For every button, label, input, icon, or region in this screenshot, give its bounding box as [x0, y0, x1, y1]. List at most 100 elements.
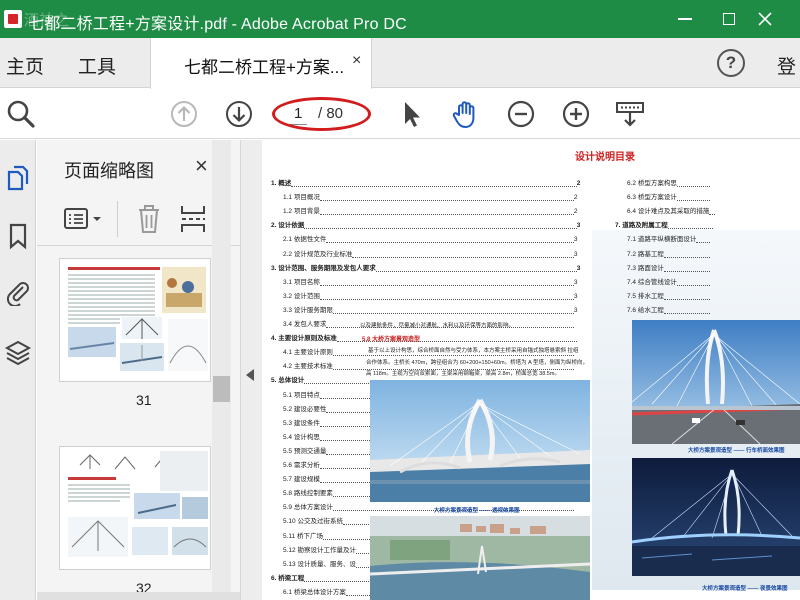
- rail-pointer: [36, 166, 44, 182]
- toc-entry[interactable]: 2. 设计依据 3: [271, 219, 580, 230]
- caption-night: 大桥方案景观造型 —— 夜景效果图: [702, 586, 788, 592]
- zoom-in-icon: [562, 100, 590, 128]
- toc-entry-label: 5.4 设计构思: [283, 433, 320, 441]
- read-mode-button[interactable]: [614, 98, 646, 130]
- toc-leader-dots: [304, 223, 577, 230]
- toc-entry[interactable]: 6.2 桥型方案构思: [627, 177, 710, 187]
- toc-page-number: 2: [573, 208, 578, 216]
- delete-page-button[interactable]: [135, 203, 163, 235]
- thumbnails-scrollbar[interactable]: [212, 140, 231, 600]
- thumbnail-page-31[interactable]: [59, 258, 211, 382]
- toc-entry[interactable]: 2.2 设计规范及行业标准 3: [283, 248, 577, 258]
- insert-page-button[interactable]: [179, 203, 207, 235]
- document-tab[interactable]: 七都二桥工程+方案... ×: [150, 38, 372, 89]
- insert-pages-icon: [181, 206, 205, 232]
- toc-leader-dots: [319, 195, 574, 202]
- toc-entry-label: 5.12 勘察设计工作量及计: [283, 546, 356, 554]
- toc-leader-dots: [319, 294, 574, 300]
- toc-entry[interactable]: 7. 道路及附属工程: [615, 219, 713, 230]
- thumbnails-panel-close-icon[interactable]: ×: [195, 153, 208, 179]
- toc-entry-label: 3.2 设计范围: [283, 292, 320, 300]
- thumbnails-panel: 页面缩略图 × 31 32: [37, 140, 240, 600]
- toc-entry-label: 5.3 建设条件: [283, 419, 320, 427]
- toc-leader-dots: [663, 294, 710, 300]
- toc-entry-label: 4.2 主要技术标准: [283, 363, 333, 371]
- toc-entry[interactable]: 2.1 依据性文件 3: [283, 233, 578, 244]
- toc-entry[interactable]: 3.3 设计服务期限 3: [283, 304, 577, 314]
- next-page-button[interactable]: [223, 98, 255, 130]
- previous-page-button[interactable]: [168, 98, 200, 130]
- toc-page-number: 2: [576, 180, 581, 187]
- maximize-button[interactable]: [716, 6, 742, 32]
- thumbnails-panel-title: 页面缩略图: [64, 161, 154, 181]
- search-zoom-button[interactable]: [5, 98, 37, 130]
- toc-leader-dots: [375, 266, 577, 272]
- document-heading: 设计说明目录: [575, 152, 635, 163]
- body-text-line-2: 基于以上设计构思，综合桥面自然与受力体系，本方案主桥采用自锚式独塔悬索斜 拉组: [368, 348, 579, 354]
- zoom-in-button[interactable]: [560, 98, 592, 130]
- tab-home[interactable]: 主页: [6, 52, 44, 79]
- toc-entry-label: 5.5 预测交通量: [283, 447, 327, 455]
- toc-entry-label: 5.10 公交及过街系统: [283, 518, 343, 526]
- toc-entry[interactable]: 1.1 项目概况 2: [283, 191, 577, 202]
- document-view[interactable]: 设计说明目录 1. 概述 2 1.1 项目概况 2 1.2 项目背景 2 2. 设计依据 3 2…: [262, 140, 800, 600]
- zoom-out-button[interactable]: [505, 98, 537, 130]
- toc-entry-label: 6.4 设计难点及其采取的措施: [627, 208, 710, 216]
- toc-entry-label: 7. 道路及附属工程: [615, 222, 668, 230]
- toc-entry[interactable]: 3.1 项目名称 3: [283, 276, 577, 286]
- collapse-panel-icon[interactable]: [246, 369, 254, 381]
- thumbnails-horizontal-scrollbar[interactable]: [37, 592, 240, 600]
- toc-entry-label: 5.7 建设规模: [283, 476, 320, 484]
- toc-leader-dots: [332, 308, 574, 314]
- toc-entry[interactable]: 1.2 项目背景 2: [283, 205, 578, 216]
- toc-entry[interactable]: 3.2 设计范围 3: [283, 290, 577, 300]
- minimize-button[interactable]: [672, 6, 698, 32]
- toc-entry[interactable]: 7.6 给水工程: [627, 304, 710, 314]
- toc-page-number: 3: [573, 292, 578, 300]
- thumbnails-scrollbar-thumb[interactable]: [213, 376, 230, 402]
- toc-entry[interactable]: 3. 设计范围、服务期限及发包人要求 3: [271, 262, 580, 272]
- toc-entry-label: 6.3 桥型方案设计: [627, 194, 677, 202]
- toc-entry[interactable]: 7.5 排水工程: [627, 290, 710, 300]
- toc-leader-dots: [709, 209, 716, 216]
- keyboard-read-icon: [616, 102, 644, 127]
- help-button[interactable]: ?: [717, 49, 745, 77]
- toc-page-number: 3: [573, 278, 578, 286]
- toc-entry-label: 1.1 项目概况: [283, 194, 320, 202]
- toc-entry-label: 7.2 路基工程: [627, 250, 664, 258]
- search-zoom-icon: [7, 100, 35, 128]
- thumbnail-page-32[interactable]: [59, 446, 211, 570]
- rail-layers-button[interactable]: [4, 338, 32, 366]
- toc-page-number: 3: [573, 236, 578, 244]
- panel-splitter[interactable]: [240, 140, 262, 600]
- toc-entry[interactable]: 7.4 综合管线设计: [627, 276, 710, 286]
- rail-attachments-button[interactable]: [4, 278, 32, 308]
- tab-tools[interactable]: 工具: [78, 52, 116, 79]
- toc-entry[interactable]: 5.9 总体方案设计: [283, 501, 574, 512]
- deck-render-image: [632, 320, 800, 444]
- toc-entry[interactable]: 4. 主要设计原则及标准: [271, 332, 577, 343]
- arrow-up-circle-icon: [171, 101, 197, 127]
- acrobat-app-icon: [4, 10, 22, 28]
- toc-entry[interactable]: 7.2 路基工程: [627, 248, 710, 258]
- toc-entry[interactable]: 7.3 路面设计: [627, 262, 710, 272]
- toc-entry[interactable]: 7.1 道路平纵横断面设计: [627, 233, 710, 244]
- toc-page-number: 3: [573, 250, 578, 258]
- toc-entry-label: 7.5 排水工程: [627, 292, 664, 300]
- select-tool-button[interactable]: [395, 98, 427, 130]
- title-bar: 酒神之 七都二桥工程+方案设计.pdf - Adobe Acrobat Pro …: [0, 0, 800, 38]
- toc-entry-label: 2. 设计依据: [271, 222, 305, 230]
- document-tab-close-icon[interactable]: ×: [352, 52, 361, 70]
- toc-entry[interactable]: 1. 概述 2: [271, 177, 580, 187]
- close-window-button[interactable]: [752, 6, 778, 32]
- trash-icon: [139, 205, 159, 233]
- thumbnail-31-preview: [60, 259, 210, 381]
- toc-leader-dots: [352, 252, 574, 258]
- rail-thumbnails-button[interactable]: [4, 164, 32, 192]
- thumbnail-options-button[interactable]: [63, 206, 101, 232]
- toc-entry[interactable]: 6.3 桥型方案设计: [627, 191, 710, 202]
- sign-in-button[interactable]: 登: [777, 52, 796, 79]
- toc-entry[interactable]: 6.4 设计难点及其采取的措施: [627, 205, 716, 216]
- hand-tool-button[interactable]: [450, 98, 482, 130]
- rail-bookmarks-button[interactable]: [4, 222, 32, 250]
